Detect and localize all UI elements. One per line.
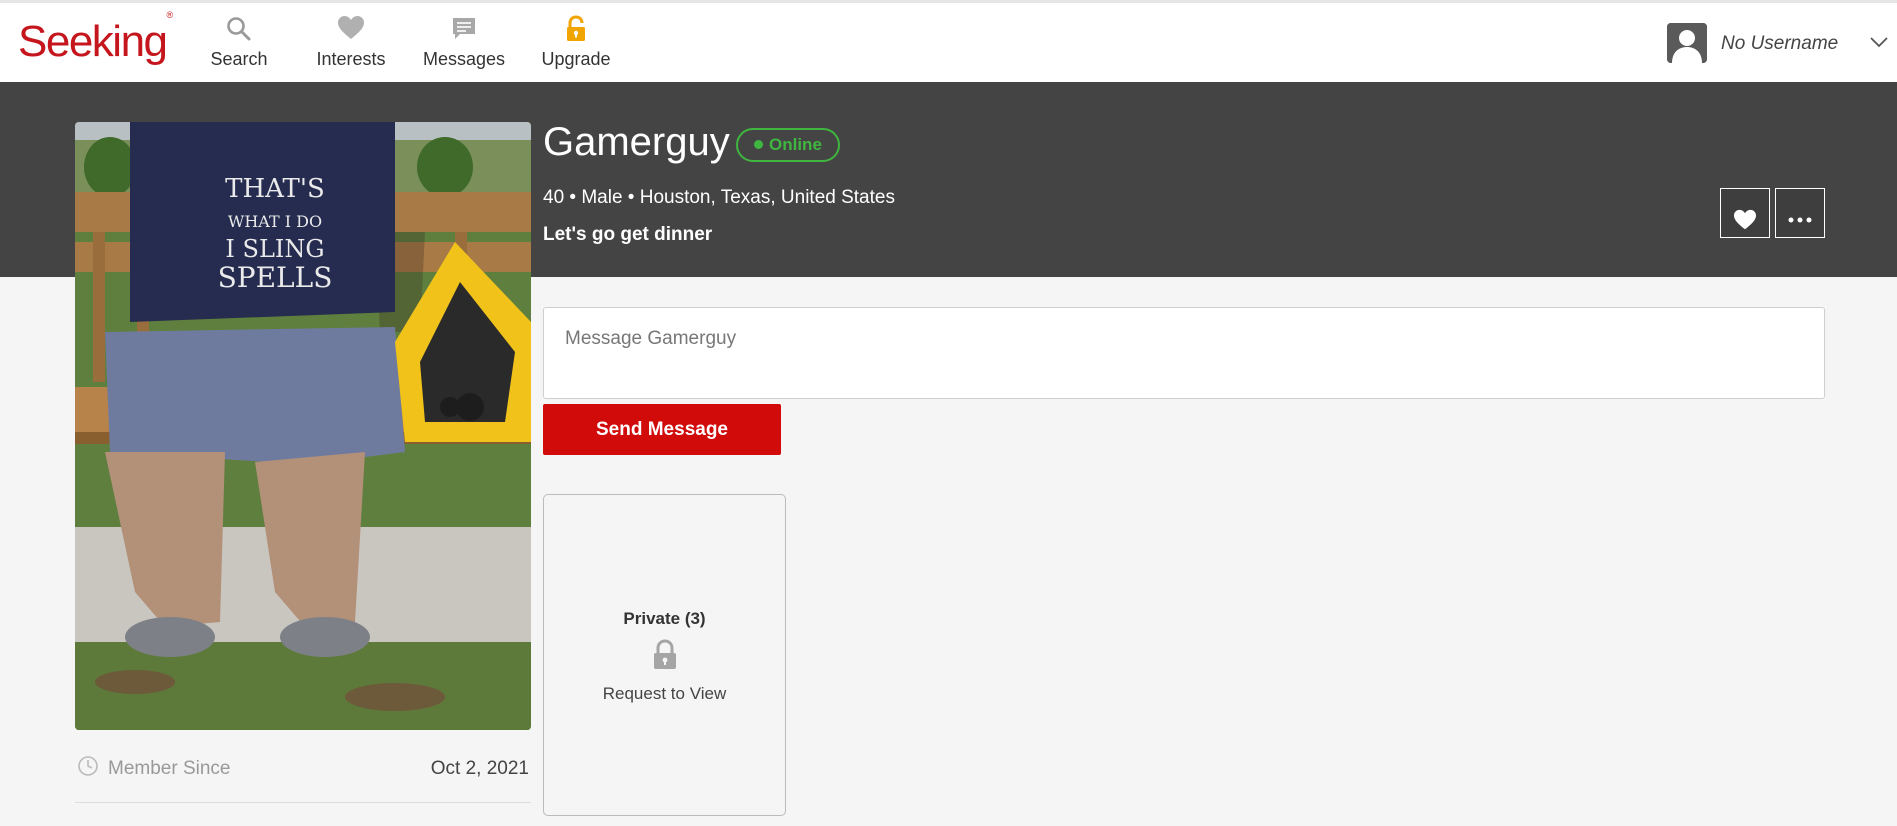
favorite-button[interactable]	[1720, 188, 1770, 238]
profile-details: 40 • Male • Houston, Texas, United State…	[543, 187, 895, 208]
send-message-button[interactable]: Send Message	[543, 404, 781, 455]
nav-interests-label: Interests	[316, 49, 386, 69]
account-username: No Username	[1721, 33, 1839, 54]
unlock-icon	[521, 15, 631, 47]
svg-text:I SLING: I SLING	[225, 235, 324, 263]
lock-icon	[652, 639, 678, 676]
member-since-label: Member Since	[108, 758, 231, 779]
profile-name: Gamerguy	[543, 120, 730, 164]
nav-messages-label: Messages	[422, 49, 506, 69]
nav-interests[interactable]: Interests	[296, 15, 406, 70]
member-since-value: Oct 2, 2021	[430, 758, 529, 779]
shirt-print: THAT'S	[225, 174, 325, 204]
private-photos-title: Private (3)	[623, 609, 706, 628]
nav-upgrade-label: Upgrade	[541, 49, 611, 69]
status-text: Online	[769, 135, 822, 154]
chat-bubble-icon	[409, 15, 519, 47]
clock-icon	[77, 755, 99, 782]
svg-text:WHAT I DO: WHAT I DO	[228, 212, 322, 231]
top-nav-bar: Seeking® Search Interests Messages Upgra…	[0, 0, 1897, 82]
nav-upgrade[interactable]: Upgrade	[521, 15, 631, 70]
profile-photo[interactable]: THAT'S WHAT I DO I SLING SPELLS	[75, 122, 531, 730]
svg-text:SPELLS: SPELLS	[218, 261, 333, 294]
search-icon	[184, 15, 294, 47]
request-to-view-link[interactable]: Request to View	[544, 684, 785, 704]
member-since-row: Member Since Oct 2, 2021	[75, 755, 531, 803]
online-dot-icon	[754, 140, 763, 149]
chevron-down-icon[interactable]	[1869, 35, 1889, 54]
nav-search[interactable]: Search	[184, 15, 294, 70]
message-input[interactable]	[543, 307, 1825, 399]
heart-icon	[296, 15, 406, 47]
seeking-logo[interactable]: Seeking®	[18, 10, 173, 67]
more-options-button[interactable]	[1775, 188, 1825, 238]
status-badge: Online	[736, 128, 840, 162]
user-silhouette-icon	[1667, 23, 1707, 63]
heart-icon	[1734, 209, 1756, 230]
more-dots-icon	[1788, 217, 1812, 223]
profile-tagline: Let's go get dinner	[543, 224, 713, 245]
account-menu[interactable]: No Username	[1667, 23, 1897, 67]
private-photos-card[interactable]: Private (3) Request to View	[543, 494, 786, 816]
nav-search-label: Search	[210, 49, 268, 69]
nav-messages[interactable]: Messages	[409, 15, 519, 70]
